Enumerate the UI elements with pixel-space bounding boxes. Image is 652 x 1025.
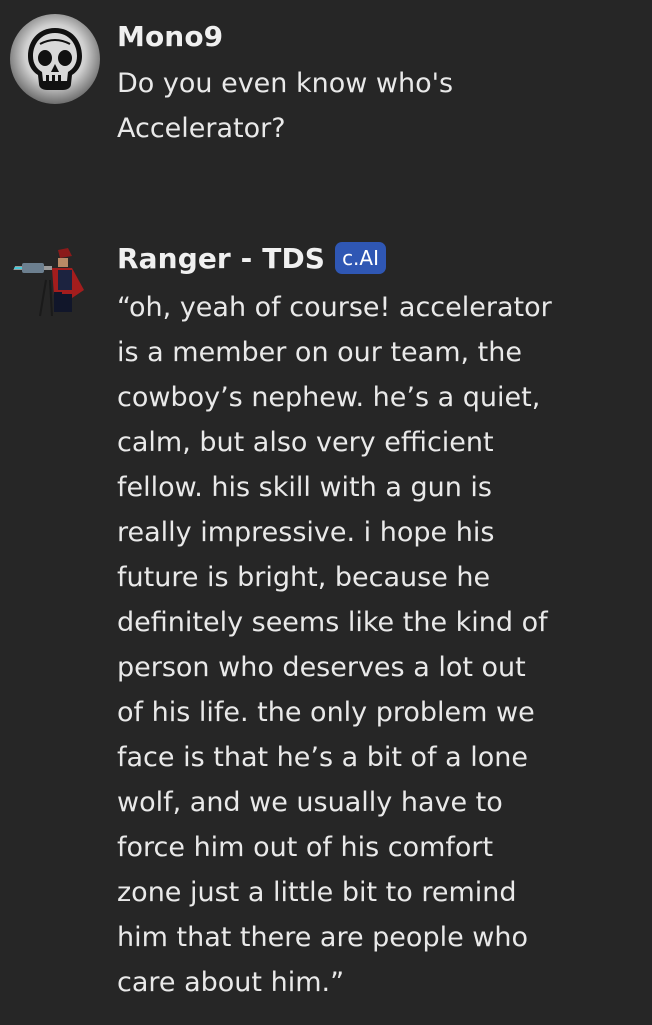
author-name[interactable]: Ranger - TDS [117, 242, 325, 275]
message-text: “oh, yeah of course! accelerator is a me… [117, 292, 552, 998]
author-row: Mono9 [117, 14, 632, 58]
ranger-character-avatar-icon[interactable] [10, 242, 100, 332]
message-content: Mono9 Do you even know who's Accelerator… [117, 14, 632, 151]
skull-avatar-icon[interactable] [10, 14, 100, 104]
author-row: Ranger - TDS c.AI [117, 236, 632, 280]
message-text: Do you even know who's Accelerator? [117, 68, 454, 144]
message-content: Ranger - TDS c.AI “oh, yeah of course! a… [117, 236, 632, 1005]
ai-badge: c.AI [335, 242, 386, 274]
author-name[interactable]: Mono9 [117, 20, 223, 53]
